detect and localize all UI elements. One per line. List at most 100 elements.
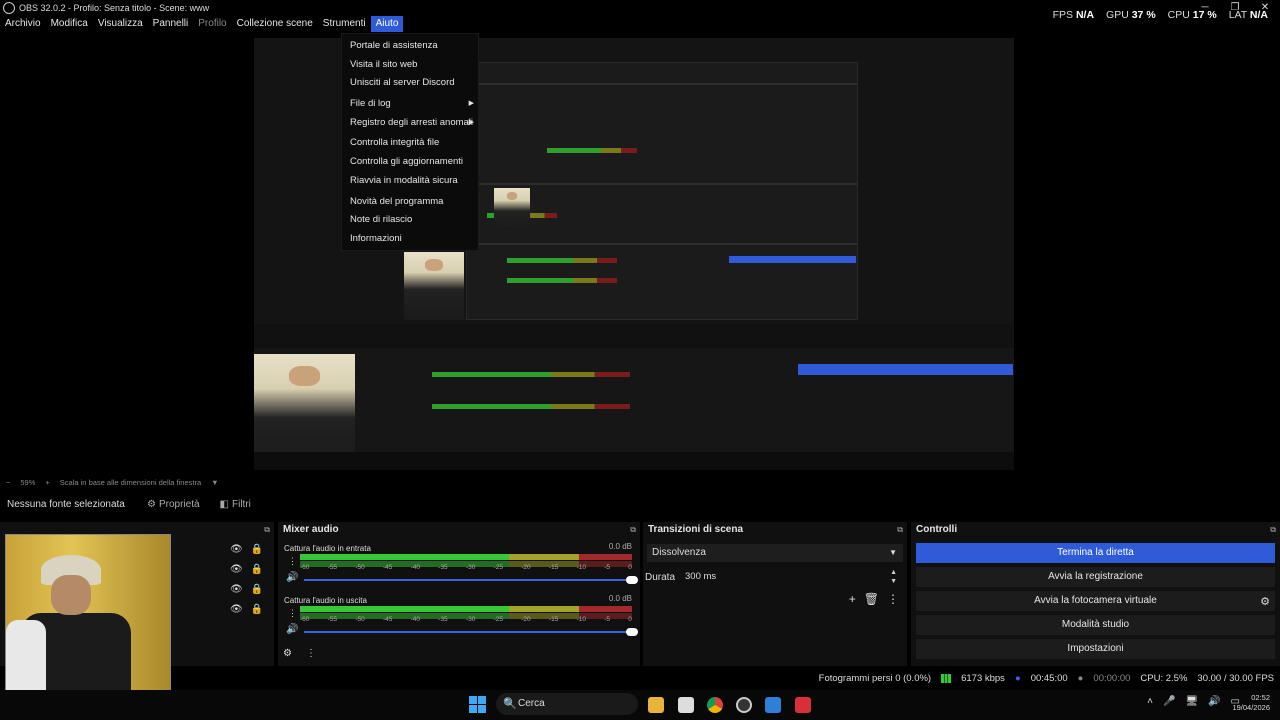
source-row[interactable]: 👁 🔒 <box>230 544 263 555</box>
menu-collezione-scene[interactable]: Collezione scene <box>232 16 318 32</box>
filters-button[interactable]: ◧ Filtri <box>220 499 251 510</box>
nested-webcam-thumb <box>404 252 464 320</box>
zoom-mode-chevron-icon[interactable]: ▼ <box>211 478 218 487</box>
windows-taskbar <box>0 690 1280 720</box>
fps-stat: FPS N/A <box>1053 9 1094 21</box>
help-item-check-updates[interactable]: Controlla gli aggiornamenti <box>342 153 478 172</box>
undock-icon[interactable]: ⧉ <box>897 522 903 538</box>
undock-icon[interactable]: ⧉ <box>630 522 636 538</box>
file-explorer-icon[interactable] <box>648 697 664 713</box>
mixer-menu-icon[interactable]: ⋮ <box>306 648 316 659</box>
clock-date: 19/04/2026 <box>1232 703 1270 712</box>
menu-profilo[interactable]: Profilo <box>193 16 231 32</box>
menu-strumenti[interactable]: Strumenti <box>318 16 371 32</box>
virtual-camera-settings-gear-icon[interactable]: ⚙ <box>1260 595 1270 608</box>
add-transition-icon[interactable]: + <box>849 592 856 606</box>
source-row[interactable]: 👁 🔒 <box>230 584 263 595</box>
visibility-eye-icon[interactable]: 👁 <box>230 564 243 575</box>
track-db: 0.0 dB <box>608 594 632 603</box>
audio-track-output: Cattura l'audio in uscita 0.0 dB ⋮ -60 -5… <box>284 594 638 646</box>
menu-modifica[interactable]: Modifica <box>46 16 93 32</box>
performance-stats: FPS N/A GPU 37 % CPU 17 % LAT N/A <box>1053 9 1268 21</box>
chevron-down-icon: ▼ <box>889 548 897 557</box>
fps-label: FPS <box>1052 9 1074 21</box>
help-item-log-files[interactable]: File di log ▶ <box>342 95 478 114</box>
menu-archivio[interactable]: Archivio <box>0 16 46 32</box>
network-icon[interactable]: 🖥 <box>1185 696 1198 707</box>
record-status-icon: ● <box>1077 672 1084 684</box>
windows-start-icon[interactable] <box>469 696 486 713</box>
controls-title: Controlli ⧉ <box>911 522 1280 538</box>
help-menu-dropdown: Portale di assistenza Visita il sito web… <box>341 33 479 251</box>
help-item-support-portal[interactable]: Portale di assistenza <box>342 37 478 56</box>
zoom-mode-select[interactable]: Scala in base alle dimensioni della fine… <box>60 478 201 487</box>
help-item-discord[interactable]: Unisciti al server Discord <box>342 74 478 93</box>
lock-icon[interactable]: 🔒 <box>251 564 263 575</box>
speaker-icon[interactable]: 🔊 <box>286 572 298 583</box>
delete-transition-icon[interactable]: 🗑 <box>864 592 879 606</box>
media-app-icon[interactable] <box>795 697 811 713</box>
volume-slider[interactable] <box>304 576 638 584</box>
duration-spinner-icon[interactable]: ▲ ▼ <box>890 568 897 586</box>
menu-visualizza[interactable]: Visualizza <box>93 16 148 32</box>
zoom-in-button[interactable]: + <box>45 478 49 487</box>
mixer-title-label: Mixer audio <box>283 524 339 535</box>
studio-mode-button[interactable]: Modalità studio <box>916 615 1275 635</box>
properties-button[interactable]: ⚙ Proprietà <box>147 499 200 510</box>
store-icon[interactable] <box>678 697 694 713</box>
track-menu-icon[interactable]: ⋮ <box>288 556 297 567</box>
controls-title-label: Controlli <box>916 524 958 535</box>
taskbar-search[interactable]: 🔍 Cerca <box>496 693 638 715</box>
zoom-out-button[interactable]: − <box>6 478 10 487</box>
taskbar-clock[interactable]: 02:52 19/04/2026 <box>1232 693 1270 713</box>
source-row[interactable]: 👁 🔒 <box>230 604 263 615</box>
cpu-usage: CPU: 2.5% <box>1140 672 1188 684</box>
visibility-eye-icon[interactable]: 👁 <box>230 604 243 615</box>
mixer-title: Mixer audio ⧉ <box>278 522 640 538</box>
stop-streaming-button[interactable]: Termina la diretta <box>916 543 1275 563</box>
scene-transitions-dock: Transizioni di scena ⧉ Dissolvenza ▼ Durat… <box>643 522 907 666</box>
chrome-icon[interactable] <box>707 697 723 713</box>
clock-time: 02:52 <box>1251 693 1270 702</box>
menu-pannelli[interactable]: Pannelli <box>148 16 194 32</box>
lock-icon[interactable]: 🔒 <box>251 584 263 595</box>
submenu-arrow-icon: ▶ <box>468 118 474 126</box>
settings-button[interactable]: Impostazioni <box>916 639 1275 659</box>
speaker-icon[interactable]: 🔊 <box>286 624 298 635</box>
help-item-release-notes[interactable]: Note di rilascio <box>342 211 478 230</box>
track-menu-icon[interactable]: ⋮ <box>288 608 297 619</box>
transition-menu-icon[interactable]: ⋮ <box>887 592 899 606</box>
lock-icon[interactable]: 🔒 <box>251 604 263 615</box>
help-item-about[interactable]: Informazioni <box>342 230 478 249</box>
tray-chevron-up-icon[interactable]: ˄ <box>1147 696 1153 707</box>
help-item-crash-logs[interactable]: Registro degli arresti anomali ▶ <box>342 114 478 133</box>
visibility-eye-icon[interactable]: 👁 <box>230 584 243 595</box>
volume-icon[interactable]: 🔊 <box>1208 696 1220 707</box>
volume-slider[interactable] <box>304 628 638 636</box>
microphone-icon[interactable]: 🎤 <box>1163 696 1175 707</box>
obs-taskbar-icon[interactable] <box>736 697 752 713</box>
lock-icon[interactable]: 🔒 <box>251 544 263 555</box>
controls-dock: Controlli ⧉ Termina la diretta Avvia la r… <box>911 522 1280 666</box>
volume-slider-handle[interactable] <box>626 576 638 584</box>
transition-selected-label: Dissolvenza <box>652 547 706 558</box>
menu-aiuto[interactable]: Aiuto <box>370 16 404 32</box>
start-virtual-camera-button[interactable]: Avvia la fotocamera virtuale <box>916 591 1275 611</box>
undock-icon[interactable]: ⧉ <box>1270 522 1276 538</box>
app-taskbar-icon[interactable] <box>765 697 781 713</box>
volume-slider-handle[interactable] <box>626 628 638 636</box>
duration-value: 300 ms <box>685 571 717 582</box>
duration-input[interactable]: 300 ms ▲ ▼ <box>681 568 903 586</box>
source-row[interactable]: 👁 🔒 <box>230 564 263 575</box>
transition-tools: + 🗑 ⋮ <box>849 592 899 606</box>
help-item-whats-new[interactable]: Novità del programma <box>342 193 478 212</box>
help-item-website[interactable]: Visita il sito web <box>342 56 478 75</box>
help-item-check-files[interactable]: Controlla integrità file <box>342 134 478 153</box>
transition-select[interactable]: Dissolvenza ▼ <box>647 544 903 562</box>
advanced-audio-settings-icon[interactable]: ⚙ <box>283 648 292 659</box>
start-recording-button[interactable]: Avvia la registrazione <box>916 567 1275 587</box>
help-item-safe-mode[interactable]: Riavvia in modalità sicura <box>342 172 478 191</box>
undock-icon[interactable]: ⧉ <box>264 522 270 538</box>
visibility-eye-icon[interactable]: 👁 <box>230 544 243 555</box>
track-name: Cattura l'audio in uscita <box>284 596 367 605</box>
